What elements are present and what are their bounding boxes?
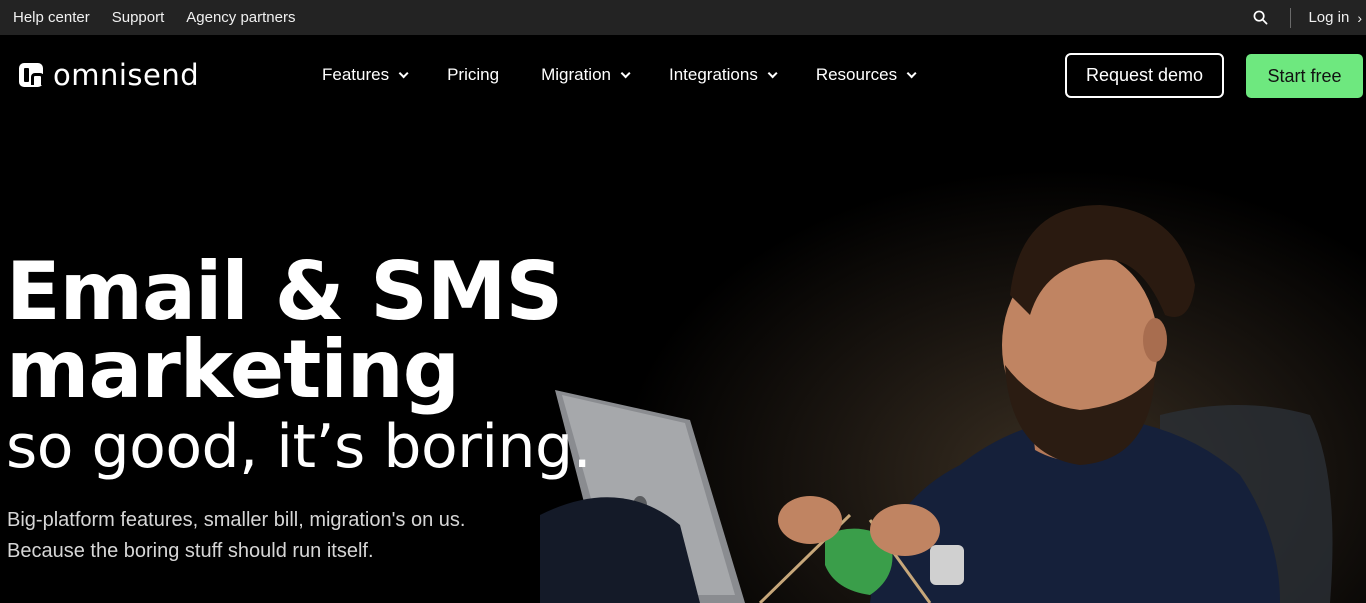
nav-item-pricing[interactable]: Pricing bbox=[447, 65, 499, 85]
hero-subtext-line-2: Because the boring stuff should run itse… bbox=[7, 540, 374, 562]
nav-item-label: Resources bbox=[815, 65, 898, 84]
headline-line-1: Email & SMS bbox=[6, 245, 563, 338]
nav-item-label: Integrations bbox=[668, 65, 758, 84]
headline-line-3: so good, it’s boring. bbox=[6, 412, 592, 482]
agency-partners-link[interactable]: Agency partners bbox=[186, 9, 295, 26]
login-link[interactable]: Log in › bbox=[1308, 9, 1362, 26]
chevron-down-icon bbox=[767, 67, 778, 78]
nav-item-label: Features bbox=[322, 65, 390, 84]
chevron-down-icon bbox=[398, 67, 409, 78]
search-icon[interactable] bbox=[1250, 8, 1270, 28]
hero-subtext-line-1: Big-platform features, smaller bill, mig… bbox=[7, 509, 466, 531]
logo[interactable]: omnisend bbox=[19, 58, 200, 92]
hero-section: Email & SMS marketing so good, it’s bori… bbox=[0, 115, 1366, 603]
help-center-link[interactable]: Help center bbox=[13, 9, 90, 26]
utility-divider bbox=[1290, 7, 1292, 28]
utility-bar: Help center Support Agency partners Log … bbox=[0, 0, 1366, 35]
chevron-down-icon bbox=[906, 67, 917, 78]
nav-items: Features Pricing Migration Integrations … bbox=[322, 35, 955, 115]
hero-subtext: Big-platform features, smaller bill, mig… bbox=[7, 505, 465, 567]
hero-text: Email & SMS marketing so good, it’s bori… bbox=[6, 245, 592, 487]
login-label: Log in bbox=[1308, 9, 1350, 26]
nav-item-label: Migration bbox=[541, 65, 611, 84]
support-link[interactable]: Support bbox=[112, 9, 165, 26]
chevron-down-icon bbox=[620, 67, 631, 78]
headline-line-2: marketing bbox=[6, 323, 460, 416]
nav-item-label: Pricing bbox=[447, 65, 500, 84]
start-free-button[interactable]: Start free bbox=[1246, 54, 1363, 98]
utility-links: Help center Support Agency partners bbox=[0, 9, 318, 26]
omnisend-logo-icon bbox=[19, 63, 44, 87]
hero-image bbox=[540, 205, 1333, 603]
main-nav: omnisend Features Pricing Migration Inte… bbox=[0, 35, 1366, 115]
nav-item-resources[interactable]: Resources bbox=[815, 65, 917, 85]
chevron-right-icon: › bbox=[1357, 9, 1362, 26]
nav-item-integrations[interactable]: Integrations bbox=[668, 65, 778, 85]
logo-text: omnisend bbox=[53, 58, 200, 92]
nav-item-migration[interactable]: Migration bbox=[541, 65, 631, 85]
nav-item-features[interactable]: Features bbox=[322, 65, 409, 85]
request-demo-button[interactable]: Request demo bbox=[1065, 53, 1224, 98]
utility-right: Log in › bbox=[1250, 0, 1366, 35]
